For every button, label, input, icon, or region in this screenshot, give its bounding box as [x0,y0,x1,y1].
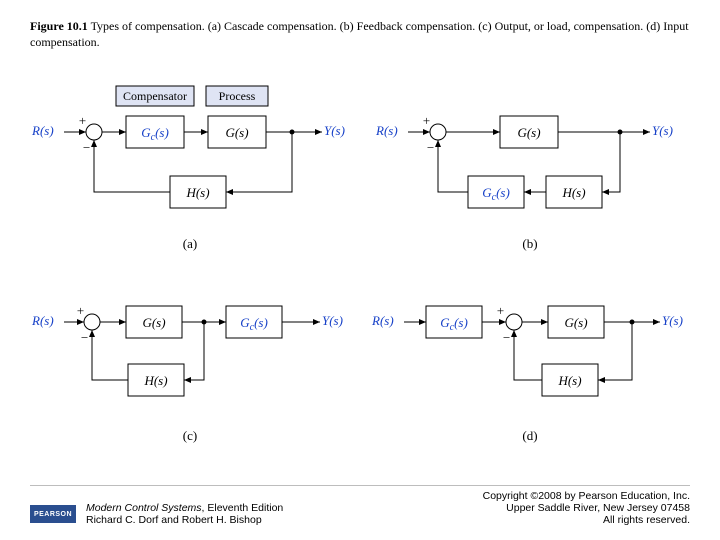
authors-text: Richard C. Dorf and Robert H. Bishop [86,514,283,526]
summing-junction [86,124,102,140]
minus-icon: − [502,330,511,345]
signal-R: R(s) [371,313,394,328]
minus-icon: − [80,330,89,345]
block-H: H(s) [185,185,209,200]
plus-icon: + [78,113,87,128]
block-G: G(s) [517,125,540,140]
footer-rule [30,485,690,486]
caption-text: Types of compensation. (a) Cascade compe… [30,19,689,49]
rights-text: All rights reserved. [483,514,690,526]
panel-c: R(s) + − G(s) Gc(s) Y(s) H(s) (c) [30,282,350,444]
plus-icon: + [76,303,85,318]
signal-R: R(s) [375,123,398,138]
plus-icon: + [496,303,505,318]
summing-junction [430,124,446,140]
figure-number: Figure 10.1 [30,19,88,33]
copyright-text: Copyright ©2008 by Pearson Education, In… [483,490,690,502]
signal-R: R(s) [31,123,54,138]
footer: PEARSON Modern Control Systems, Eleventh… [30,490,690,526]
book-title: Modern Control Systems [86,502,202,514]
figure-caption: Figure 10.1 Types of compensation. (a) C… [30,18,690,50]
copyright-block: Copyright ©2008 by Pearson Education, In… [483,490,690,526]
minus-icon: − [82,140,91,155]
panel-a: Compensator Process R(s) + − Gc(s) G(s) … [30,80,350,252]
sublabel-d: (d) [522,428,537,444]
diagram-a: Compensator Process R(s) + − Gc(s) G(s) … [30,80,350,230]
sublabel-a: (a) [183,236,197,252]
plus-icon: + [422,113,431,128]
signal-Y: Y(s) [652,123,673,138]
summing-junction [506,314,522,330]
block-G: G(s) [225,125,248,140]
signal-Y: Y(s) [662,313,683,328]
minus-icon: − [426,140,435,155]
signal-Y: Y(s) [324,123,345,138]
block-G: G(s) [564,315,587,330]
block-G: G(s) [142,315,165,330]
sublabel-b: (b) [522,236,537,252]
pearson-logo: PEARSON [30,505,76,523]
summing-junction [84,314,100,330]
diagram-b: R(s) + − G(s) Y(s) H(s) Gc(s) [370,80,690,230]
slide: Figure 10.1 Types of compensation. (a) C… [0,0,720,540]
signal-R: R(s) [31,313,54,328]
diagram-d: R(s) Gc(s) + − G(s) Y(s) H(s) [370,282,690,422]
block-H: H(s) [557,373,581,388]
address-text: Upper Saddle River, New Jersey 07458 [483,502,690,514]
diagram-c: R(s) + − G(s) Gc(s) Y(s) H(s) [30,282,350,422]
block-H: H(s) [143,373,167,388]
process-label: Process [219,89,256,103]
panel-b: R(s) + − G(s) Y(s) H(s) Gc(s) (b) [370,80,690,252]
edition-text: , Eleventh Edition [202,502,284,514]
signal-Y: Y(s) [322,313,343,328]
diagram-grid: Compensator Process R(s) + − Gc(s) G(s) … [30,80,690,444]
panel-d: R(s) Gc(s) + − G(s) Y(s) H(s) (d) [370,282,690,444]
block-H: H(s) [561,185,585,200]
compensator-label: Compensator [123,89,187,103]
sublabel-c: (c) [183,428,197,444]
book-credit: Modern Control Systems, Eleventh Edition… [86,502,283,526]
